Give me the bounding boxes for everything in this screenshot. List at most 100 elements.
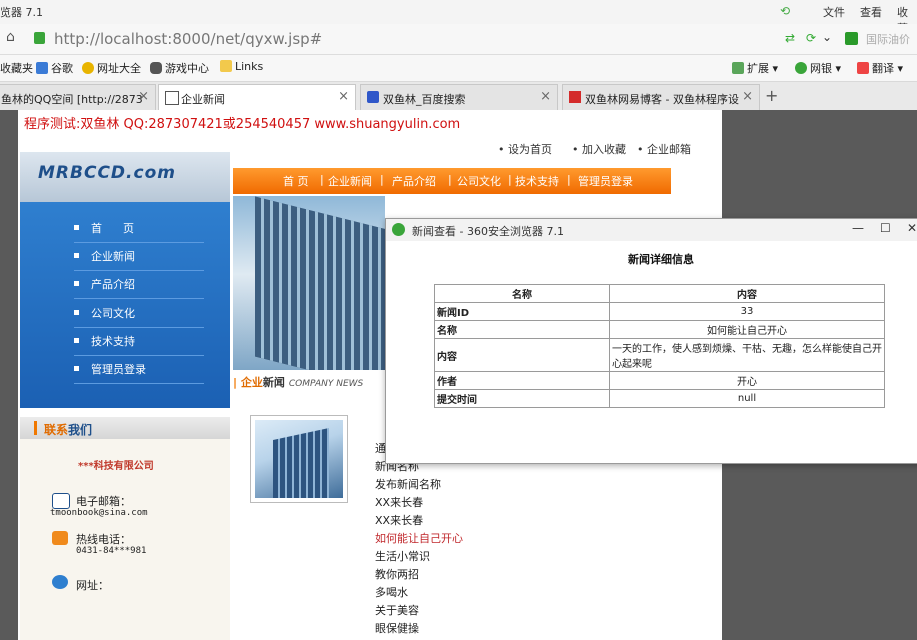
bookmark-games[interactable]: 游戏中心 [150, 60, 209, 76]
news-title-en: COMPANY NEWS [288, 379, 364, 389]
sync-icon[interactable]: ⇄ [785, 31, 795, 45]
nav-admin-login[interactable]: 管理员登录 [578, 173, 633, 189]
search-hint[interactable]: 国际油价 [866, 31, 910, 47]
news-link[interactable]: 关于美容 [375, 602, 419, 618]
nav-home[interactable]: 首 页 [283, 173, 309, 189]
close-icon[interactable]: × [540, 89, 551, 104]
tab-label: 双鱼林_百度搜索 [383, 93, 466, 106]
contact-header: 联系我们 [20, 417, 230, 439]
bank-button[interactable]: 网银 ▾ [795, 60, 841, 76]
website-label: 网址： [76, 579, 109, 592]
news-link-hover[interactable]: 如何能让自己开心 [375, 530, 463, 546]
nav-products[interactable]: 产品介绍 [392, 173, 436, 189]
test-banner: 程序测试:双鱼林 QQ:287307421或254540457 www.shua… [24, 117, 461, 132]
url-input[interactable] [52, 28, 796, 50]
news-link[interactable]: 生活小常识 [375, 548, 430, 564]
bookmark-label: Links [235, 60, 264, 73]
section-bar: | [233, 376, 241, 389]
row-value: null [609, 389, 885, 408]
row-value: 33 [609, 302, 885, 321]
tab-qq-space[interactable]: 鱼林的QQ空间 [http://2873 × [0, 84, 156, 110]
nav-news[interactable]: 企业新闻 [328, 173, 372, 189]
google-icon [36, 62, 48, 74]
tab-netease-blog[interactable]: 双鱼林网易博客 - 双鱼林程序设 × [562, 84, 760, 110]
news-link[interactable]: 多喝水 [375, 584, 408, 600]
minimize-button[interactable]: — [852, 221, 864, 235]
sidebar-item-label: 公司文化 [91, 307, 135, 320]
translate-icon [857, 62, 869, 74]
bookmark-links[interactable]: Links [220, 60, 263, 73]
ie-icon [52, 575, 68, 589]
new-tab-button[interactable]: + [765, 86, 778, 105]
close-button[interactable]: ✕ [907, 221, 917, 235]
tab-baidu-search[interactable]: 双鱼林_百度搜索 × [360, 84, 558, 110]
sidebar-item-news[interactable]: 企业新闻 [74, 248, 204, 271]
menu-view[interactable]: 查看 [860, 4, 882, 20]
refresh-page-icon[interactable]: ⟳ [806, 31, 816, 45]
row-key: 内容 [434, 338, 610, 372]
tab-bar: 鱼林的QQ空间 [http://2873 × 企业新闻 × 双鱼林_百度搜索 ×… [0, 82, 917, 111]
sidebar-item-home[interactable]: 首 页 [74, 220, 204, 243]
shield-icon [34, 32, 45, 44]
contact-title-b: 我们 [68, 423, 93, 437]
bookmark-google[interactable]: 谷歌 [36, 60, 73, 76]
toolbar-label: 网银 [810, 62, 832, 75]
sidebar-item-products[interactable]: 产品介绍 [74, 276, 204, 299]
bullet-icon [74, 253, 79, 258]
row-value: 开心 [609, 371, 885, 390]
phone-label: 热线电话： [76, 533, 131, 546]
company-mail-link[interactable]: • 企业邮箱 [637, 141, 691, 157]
news-link[interactable]: 发布新闻名称 [375, 476, 441, 492]
chevron-down-icon[interactable]: ⌄ [822, 30, 832, 44]
bookmark-label: 游戏中心 [165, 62, 209, 75]
bullet-icon [74, 310, 79, 315]
nav-support[interactable]: 技术支持 [515, 173, 559, 189]
news-link[interactable]: XX来长春 [375, 512, 423, 528]
news-link[interactable]: 眼保健操 [375, 620, 419, 636]
set-homepage-link[interactable]: • 设为首页 [498, 141, 552, 157]
page-margin-left [0, 110, 18, 640]
col-name-header: 名称 [434, 284, 610, 303]
menu-file[interactable]: 文件 [823, 4, 845, 20]
extensions-button[interactable]: 扩展 ▾ [732, 60, 778, 76]
nav-culture[interactable]: 公司文化 [457, 173, 501, 189]
email-value[interactable]: tmoonbook@sina.com [50, 508, 148, 518]
site-logo[interactable]: MRBCCD.com [38, 163, 176, 183]
detail-heading: 新闻详细信息 [628, 253, 694, 266]
toolbar-label: 扩展 [747, 62, 769, 75]
add-favorite-link[interactable]: • 加入收藏 [572, 141, 626, 157]
row-key: 作者 [434, 371, 610, 390]
bookmark-favorites[interactable]: 收藏夹 [0, 60, 33, 76]
netease-icon [569, 91, 581, 103]
link-label: 设为首页 [508, 143, 552, 156]
row-value: 一天的工作，使人感到烦燥、干枯、无趣，怎么样能使自己开心起来呢 [609, 338, 885, 372]
sidebar-item-support[interactable]: 技术支持 [74, 333, 204, 356]
sidebar-item-culture[interactable]: 公司文化 [74, 305, 204, 328]
row-key: 名称 [434, 320, 610, 339]
home-icon[interactable]: ⌂ [6, 29, 15, 45]
popup-title: 新闻查看 - 360安全浏览器 7.1 [412, 225, 564, 238]
link-label: 企业邮箱 [647, 143, 691, 156]
company-name: ***科技有限公司 [78, 461, 154, 472]
news-title-main: 新闻 [262, 376, 285, 389]
nav-separator: | [508, 173, 512, 186]
maximize-button[interactable]: ☐ [880, 221, 891, 235]
bookmark-hao[interactable]: 网址大全 [82, 60, 141, 76]
sidebar-item-admin[interactable]: 管理员登录 [74, 361, 204, 384]
close-icon[interactable]: × [138, 89, 149, 104]
refresh-icon[interactable]: ⟲ [780, 4, 790, 18]
table-row: 提交时间 null [434, 389, 885, 408]
row-key: 提交时间 [434, 389, 610, 408]
nav-separator: | [320, 173, 324, 186]
close-icon[interactable]: × [338, 89, 349, 104]
news-link[interactable]: 教你两招 [375, 566, 419, 582]
close-icon[interactable]: × [742, 89, 753, 104]
phone-value: 0431-84***981 [76, 546, 147, 556]
bookmarks-bar: 收藏夹 谷歌 网址大全 游戏中心 Links 扩展 ▾ 网银 ▾ 翻译 ▾ [0, 55, 917, 82]
translate-button[interactable]: 翻译 ▾ [857, 60, 903, 76]
tab-company-news[interactable]: 企业新闻 × [158, 84, 356, 111]
news-link[interactable]: XX来长春 [375, 494, 423, 510]
search-engine-icon[interactable] [845, 32, 858, 45]
news-thumbnail [250, 415, 348, 503]
popup-titlebar[interactable]: 新闻查看 - 360安全浏览器 7.1 — ☐ ✕ [386, 219, 917, 241]
